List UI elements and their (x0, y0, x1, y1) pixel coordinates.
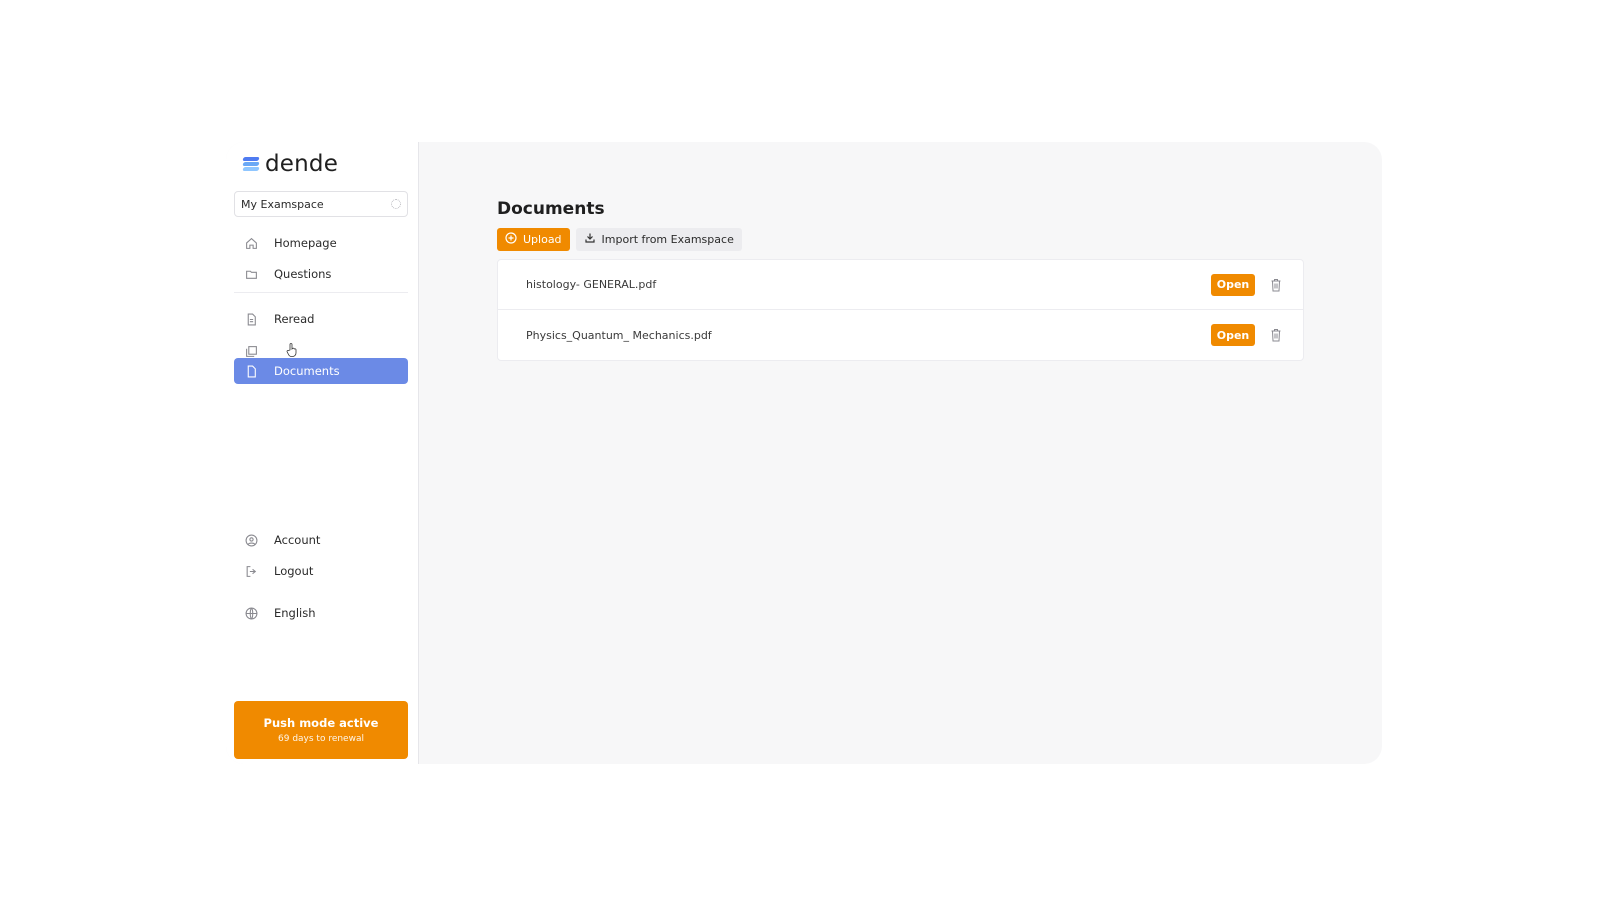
sidebar-item-questions[interactable]: Questions (234, 261, 408, 287)
document-name: Physics_Quantum_ Mechanics.pdf (526, 328, 712, 342)
sidebar-item-account[interactable]: Account (234, 527, 408, 553)
import-button-label: Import from Examspace (601, 233, 734, 246)
main-content: Documents Upload Import from Examspace h… (419, 142, 1382, 764)
open-document-button[interactable]: Open (1211, 324, 1255, 346)
home-icon (244, 236, 258, 250)
import-from-examspace-button[interactable]: Import from Examspace (575, 228, 742, 251)
push-banner-subtitle: 69 days to renewal (278, 734, 364, 744)
logout-icon (244, 564, 258, 578)
app-window: dende My Examspace Homepage Questions Re… (226, 142, 1382, 764)
sidebar-item-label: Documents (274, 364, 340, 378)
sidebar-item-label: Logout (274, 564, 314, 578)
document-list: histology- GENERAL.pdf Open Physics_Quan… (497, 259, 1304, 361)
workspace-selector[interactable]: My Examspace (234, 191, 408, 217)
download-icon (584, 232, 596, 247)
page-title: Documents (497, 199, 605, 219)
sidebar: dende My Examspace Homepage Questions Re… (226, 142, 419, 764)
sidebar-item-language[interactable]: English (234, 600, 408, 626)
sidebar-item-label: English (274, 606, 316, 620)
document-name: histology- GENERAL.pdf (526, 278, 657, 291)
sidebar-item-label: Reread (274, 312, 315, 326)
brand-logo[interactable]: dende (242, 151, 339, 177)
sidebar-item-label: Homepage (274, 236, 337, 250)
open-document-button[interactable]: Open (1211, 273, 1255, 296)
push-banner-title: Push mode active (263, 716, 379, 730)
row-actions: Open (1211, 324, 1283, 346)
push-mode-banner[interactable]: Push mode active 69 days to renewal (234, 701, 408, 759)
document-row: histology- GENERAL.pdf Open (498, 260, 1303, 310)
brand-name: dende (265, 151, 339, 177)
row-actions: Open (1211, 273, 1283, 296)
sidebar-item-label: Questions (274, 267, 332, 281)
sidebar-item-label: Account (274, 533, 321, 547)
workspace-label: My Examspace (241, 197, 324, 211)
sidebar-item-documents[interactable]: Documents (234, 358, 408, 384)
document-row: Physics_Quantum_ Mechanics.pdf Open (498, 310, 1303, 360)
logo-mark-icon (242, 155, 261, 173)
sidebar-divider (234, 292, 408, 293)
upload-button-label: Upload (523, 233, 562, 246)
user-icon (244, 533, 258, 547)
document-icon (244, 312, 258, 326)
globe-icon (244, 606, 258, 620)
stack-icon (244, 344, 258, 358)
gear-icon[interactable] (391, 199, 401, 209)
sidebar-item-logout[interactable]: Logout (234, 558, 408, 584)
plus-circle-icon (505, 232, 517, 247)
sidebar-item-reread[interactable]: Reread (234, 306, 408, 332)
trash-icon[interactable] (1269, 327, 1283, 343)
folder-icon (244, 267, 258, 281)
documents-toolbar: Upload Import from Examspace (497, 228, 742, 251)
upload-button[interactable]: Upload (497, 228, 570, 251)
trash-icon[interactable] (1269, 277, 1283, 293)
file-icon (244, 364, 258, 378)
sidebar-item-homepage[interactable]: Homepage (234, 230, 408, 256)
